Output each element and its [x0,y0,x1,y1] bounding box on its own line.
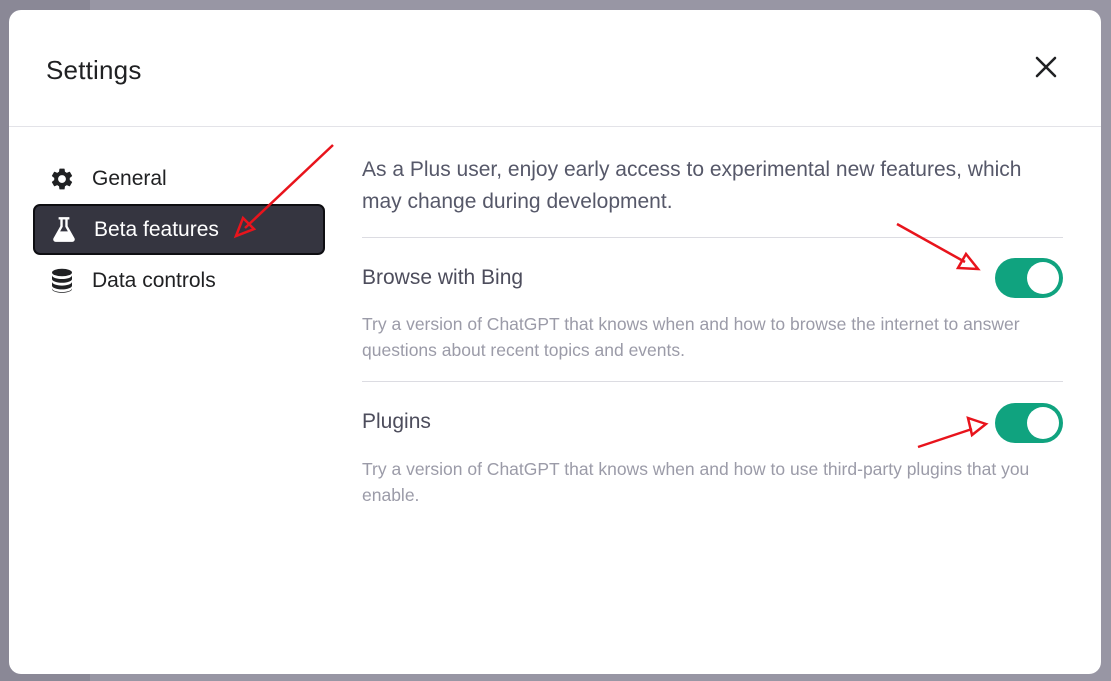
beta-features-panel: As a Plus user, enjoy early access to ex… [362,153,1063,522]
sidebar-item-beta-features[interactable]: Beta features [33,204,325,255]
browse-with-bing-toggle[interactable] [995,258,1063,298]
toggle-knob [1027,407,1059,439]
settings-modal: Settings General Beta features Data cont… [9,10,1101,674]
settings-sidebar: General Beta features Data controls [33,153,325,306]
feature-description: Try a version of ChatGPT that knows when… [362,314,1020,360]
feature-plugins: Plugins Try a version of ChatGPT that kn… [362,382,1063,522]
feature-description: Try a version of ChatGPT that knows when… [362,459,1030,505]
close-icon [1035,56,1057,78]
toggle-knob [1027,262,1059,294]
sidebar-item-data-controls[interactable]: Data controls [33,255,325,306]
gear-icon [47,164,77,194]
sidebar-item-label: General [92,166,167,190]
intro-text: As a Plus user, enjoy early access to ex… [362,158,1022,213]
sidebar-item-label: Beta features [94,217,219,241]
feature-browse-with-bing: Browse with Bing Try a version of ChatGP… [362,238,1063,381]
plugins-toggle[interactable] [995,403,1063,443]
sidebar-item-general[interactable]: General [33,153,325,204]
modal-header: Settings [9,10,1101,127]
modal-title: Settings [46,55,142,85]
feature-title: Browse with Bing [362,266,524,289]
sidebar-item-label: Data controls [92,268,216,292]
flask-icon [49,215,79,245]
close-button[interactable] [1029,50,1063,84]
database-icon [47,266,77,296]
feature-title: Plugins [362,410,431,433]
